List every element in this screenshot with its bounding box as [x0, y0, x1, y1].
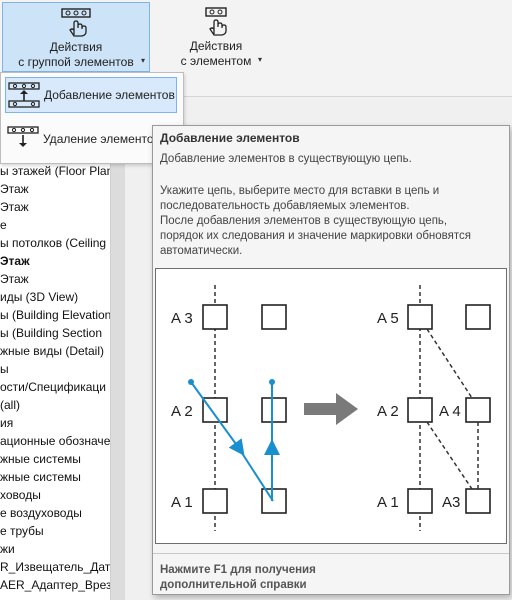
element-box	[202, 304, 228, 330]
tree-item[interactable]: ы потолков (Ceiling P	[0, 234, 110, 252]
tree-item[interactable]: ия	[0, 414, 110, 432]
element-label: A 3	[171, 310, 193, 327]
element-label: A 2	[171, 403, 193, 420]
tooltip-body-line: последовательность добавляемых элементов…	[160, 200, 410, 212]
new-element-box	[261, 488, 287, 514]
tree-item[interactable]: ховоды	[0, 486, 110, 504]
chain-insert-diagram: A 3 A 2 A 1 A 5 A 2 A 4 A 1 A3	[171, 285, 491, 531]
menu-item-label: Удаление элементов	[43, 132, 160, 146]
tooltip-body: Укажите цепь, выберите место для вставки…	[160, 184, 500, 259]
new-element-box	[261, 304, 287, 330]
element-actions-label-1: Действия	[189, 39, 243, 53]
menu-item-label: Добавление элементов	[44, 88, 175, 102]
project-browser[interactable]: ы этажей (Floor Plan Этаж Этаж е ы потол…	[0, 162, 110, 600]
tooltip-body-line: автоматически.	[160, 245, 243, 257]
tree-item[interactable]: жные системы	[0, 468, 110, 486]
element-box	[407, 488, 433, 514]
tooltip-add-elements: Добавление элементов Добавление элементо…	[152, 125, 510, 595]
link-line	[426, 328, 473, 399]
chevron-down-icon: ▾	[257, 55, 262, 64]
chain-hand-icon	[61, 8, 91, 37]
add-elements-icon	[8, 82, 40, 108]
tooltip-help-line: Нажмите F1 для получения	[160, 564, 316, 576]
tree-item[interactable]: е трубы	[0, 522, 110, 540]
tree-item[interactable]: е	[0, 216, 110, 234]
remove-elements-icon	[7, 126, 39, 147]
selection-path	[190, 381, 245, 456]
tree-item[interactable]: R_Извещатель_Датч	[0, 558, 110, 576]
element-label: A3	[442, 494, 460, 511]
tooltip-body-line: После добавления элементов в существующу…	[160, 215, 448, 227]
tree-item[interactable]: ы (Building Section	[0, 324, 110, 342]
tree-item[interactable]: ационные обозначе	[0, 432, 110, 450]
tooltip-illustration: A 3 A 2 A 1 A 5 A 2 A 4 A 1 A3	[155, 268, 507, 544]
tooltip-help: Нажмите F1 для получения дополнительной …	[160, 563, 316, 593]
tree-item[interactable]: Этаж	[0, 270, 110, 288]
tooltip-body-line: Укажите цепь, выберите место для вставки…	[160, 185, 440, 197]
tree-item[interactable]: жные виды (Detail)	[0, 342, 110, 360]
transition-arrow	[304, 393, 358, 425]
element-label: A 1	[171, 494, 193, 511]
element-label: A 4	[439, 403, 461, 420]
tooltip-divider	[153, 553, 509, 554]
tree-item[interactable]: Этаж	[0, 198, 110, 216]
link-line	[426, 421, 473, 490]
element-box	[407, 304, 433, 330]
tree-item[interactable]: Этаж	[0, 180, 110, 198]
tree-item[interactable]: е воздуховоды	[0, 504, 110, 522]
element-label: A 2	[377, 403, 399, 420]
element-label: A 5	[377, 310, 399, 327]
menu-item-add-elements[interactable]: Добавление элементов	[5, 77, 177, 113]
tree-item[interactable]: ы (Building Elevation	[0, 306, 110, 324]
element-box	[202, 397, 228, 423]
tree-item[interactable]: иды (3D View)	[0, 288, 110, 306]
element-box	[465, 397, 491, 423]
tree-item[interactable]: ости/Спецификаци	[0, 378, 110, 396]
tooltip-body-line: порядок их следования и значение маркиро…	[160, 230, 471, 242]
group-actions-label-1: Действия	[49, 40, 103, 54]
tree-item-active[interactable]: Этаж	[0, 252, 110, 270]
tree-item[interactable]: ы этажей (Floor Plan	[0, 162, 110, 180]
element-box	[407, 397, 433, 423]
element-hand-icon	[205, 7, 227, 36]
tree-item[interactable]: ы	[0, 360, 110, 378]
tree-item[interactable]: AER_Адаптер_Врезн	[0, 576, 110, 594]
tooltip-help-line: дополнительной справки	[160, 579, 307, 591]
selection-path	[239, 449, 274, 502]
group-actions-label-2: с группой элементов	[18, 55, 134, 69]
element-actions-label-2: с элементом	[180, 54, 252, 68]
tree-item[interactable]: жные системы	[0, 450, 110, 468]
element-box	[465, 488, 491, 514]
tooltip-description: Добавление элементов в существующую цепь…	[160, 153, 412, 165]
tooltip-title: Добавление элементов	[160, 131, 300, 145]
element-label: A 1	[377, 494, 399, 511]
chevron-down-icon: ▾	[140, 56, 145, 65]
element-box	[202, 488, 228, 514]
browser-scrollbar[interactable]	[110, 96, 125, 600]
group-actions-button[interactable]: Действия с группой элементов ▾	[2, 2, 150, 72]
element-actions-button[interactable]: Действия с элементом ▾	[168, 2, 264, 72]
new-element-box	[261, 397, 287, 423]
tree-item[interactable]: жи	[0, 540, 110, 558]
tree-item[interactable]: (all)	[0, 396, 110, 414]
element-box	[465, 304, 491, 330]
